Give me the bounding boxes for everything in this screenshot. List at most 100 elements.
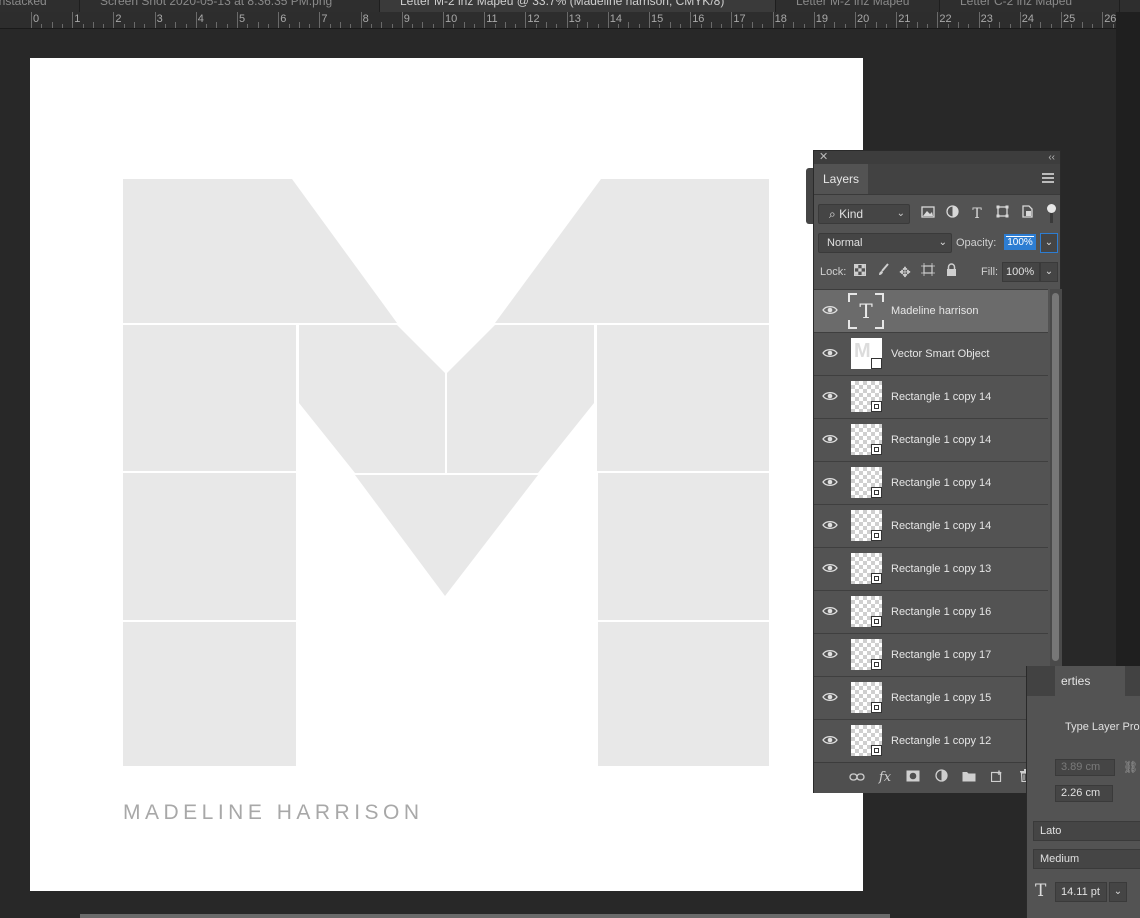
lock-image-pixels-icon[interactable] xyxy=(874,262,892,282)
tab-letter-m-2[interactable]: Letter M-2 inz Mapeu xyxy=(776,0,940,12)
eye-icon[interactable] xyxy=(822,646,838,662)
fx-icon[interactable]: fx xyxy=(875,768,895,788)
eye-icon[interactable] xyxy=(822,474,838,490)
layer-row[interactable]: Rectangle 1 copy 15 xyxy=(814,677,1048,720)
ruler-minor-tick xyxy=(123,24,125,28)
panel-dock-handle[interactable] xyxy=(806,168,813,224)
ruler-number: 1 xyxy=(74,13,81,25)
tab-screen-shot[interactable]: Screen Shot 2020-05-13 at 8.36.35 PM.png xyxy=(80,0,380,12)
eye-icon[interactable] xyxy=(822,689,838,705)
filter-shape-icon[interactable] xyxy=(992,204,1012,224)
tab-letter-c[interactable]: Letter C-2 inz Mapeu xyxy=(940,0,1120,12)
eye-icon[interactable] xyxy=(822,560,838,576)
filter-adjustment-icon[interactable] xyxy=(942,204,962,224)
ruler-minor-tick xyxy=(885,24,887,28)
layer-name: Vector Smart Object xyxy=(891,348,990,360)
opacity-input[interactable]: 100% xyxy=(1004,234,1036,250)
lock-artboard-icon[interactable] xyxy=(919,262,937,282)
ruler-minor-tick xyxy=(958,22,959,28)
ruler-minor-tick xyxy=(803,24,805,28)
eye-icon[interactable] xyxy=(822,517,838,533)
lock-all-icon[interactable] xyxy=(942,262,960,282)
panel-menu-icon[interactable] xyxy=(1042,173,1054,183)
ruler-major-tick xyxy=(484,12,486,28)
tab-layers[interactable]: Layers xyxy=(814,164,868,194)
font-family-select[interactable]: Lato xyxy=(1033,821,1140,841)
tab-properties[interactable]: erties xyxy=(1055,666,1125,696)
eye-icon[interactable] xyxy=(822,388,838,404)
ruler-minor-tick xyxy=(824,24,826,28)
layer-row[interactable]: Rectangle 1 copy 17 xyxy=(814,634,1048,677)
ruler-minor-tick xyxy=(329,24,331,28)
eye-icon[interactable] xyxy=(822,431,838,447)
scrollbar-thumb[interactable] xyxy=(1052,293,1059,661)
eye-icon[interactable] xyxy=(822,603,838,619)
tab-unstacked[interactable]: Unstacked xyxy=(0,0,80,12)
ruler-major-tick xyxy=(772,12,774,28)
ruler-minor-tick xyxy=(535,24,537,28)
ruler-minor-tick xyxy=(865,24,867,28)
lock-label: Lock: xyxy=(820,266,847,278)
lock-transparent-pixels-icon[interactable] xyxy=(851,262,869,282)
ruler-minor-tick xyxy=(309,24,311,28)
width-field[interactable]: 3.89 cm xyxy=(1055,759,1115,776)
eye-icon[interactable] xyxy=(822,732,838,748)
filter-toggle[interactable] xyxy=(1047,204,1057,224)
fill-input[interactable]: 100% xyxy=(1002,262,1040,282)
ruler-minor-tick xyxy=(597,24,599,28)
collapse-icon[interactable]: ‹‹ xyxy=(1048,151,1055,164)
search-icon: ⌕ xyxy=(829,207,836,221)
font-style-select[interactable]: Medium xyxy=(1033,849,1140,869)
ruler-minor-tick xyxy=(206,24,208,28)
ruler-minor-tick xyxy=(61,24,63,28)
fill-dropdown-button[interactable]: ⌄ xyxy=(1040,262,1058,282)
layer-name: Rectangle 1 copy 13 xyxy=(891,563,992,575)
font-size-input[interactable]: 14.11 pt xyxy=(1055,882,1107,902)
layer-row[interactable]: Rectangle 1 copy 14 xyxy=(814,419,1048,462)
layer-row[interactable]: Rectangle 1 copy 12 xyxy=(814,720,1048,762)
layer-row[interactable]: M Vector Smart Object xyxy=(814,333,1048,376)
document-canvas[interactable]: MADELINE HARRISON xyxy=(30,58,863,891)
layer-row[interactable]: Rectangle 1 copy 13 xyxy=(814,548,1048,591)
horizontal-ruler[interactable]: 0 1 2 3 4 5 6 7 8 9 10 11 12 13 14 15 16 17 18 19 20 21 22 23 24… xyxy=(0,12,1116,29)
layer-row[interactable]: Rectangle 1 copy 16 xyxy=(814,591,1048,634)
filter-smart-object-icon[interactable] xyxy=(1017,204,1037,224)
new-layer-icon[interactable] xyxy=(987,768,1007,788)
height-field[interactable]: 2.26 cm xyxy=(1055,785,1113,802)
ruler-minor-tick xyxy=(134,22,135,28)
font-size-dropdown-button[interactable]: ⌄ xyxy=(1109,882,1127,902)
link-icon[interactable] xyxy=(847,768,867,788)
layer-row[interactable]: T Madeline harrison xyxy=(814,290,1048,333)
ruler-major-tick xyxy=(113,12,115,28)
layer-row[interactable]: Rectangle 1 copy 14 xyxy=(814,376,1048,419)
opacity-dropdown-button[interactable]: ⌄ xyxy=(1040,233,1058,253)
adjustment-icon[interactable] xyxy=(931,768,951,788)
shape-layer-thumbnail xyxy=(851,381,882,412)
ruler-major-tick xyxy=(649,12,650,28)
mask-icon[interactable] xyxy=(903,768,923,788)
left-block-2 xyxy=(123,325,296,471)
filter-kind-select[interactable]: ⌕ Kind ⌄ xyxy=(818,204,910,224)
filter-pixel-icon[interactable] xyxy=(918,204,938,224)
folder-icon[interactable] xyxy=(959,768,979,788)
chevron-down-icon: ⌄ xyxy=(896,208,905,219)
shape-layer-thumbnail xyxy=(851,682,882,713)
brand-name-text: MADELINE HARRISON xyxy=(123,801,424,824)
tab-letter-m-active[interactable]: Letter M-2 inz Mapeu @ 33.7% (Madeline h… xyxy=(380,0,776,12)
ruler-number: 4 xyxy=(197,13,204,25)
link-icon[interactable]: ⛓ xyxy=(1123,760,1138,774)
ruler-minor-tick xyxy=(267,24,269,28)
blend-mode-select[interactable]: Normal ⌄ xyxy=(818,233,952,253)
close-icon[interactable]: ✕ xyxy=(819,151,828,164)
lock-row: Lock: ✥ Fill: 100% ⌄ xyxy=(818,262,1058,282)
eye-icon[interactable] xyxy=(822,302,838,318)
ruler-major-tick xyxy=(319,12,321,28)
eye-icon[interactable] xyxy=(822,345,838,361)
lock-position-icon[interactable]: ✥ xyxy=(896,262,914,282)
ruler-minor-tick xyxy=(422,22,424,28)
filter-type-icon[interactable]: T xyxy=(967,204,987,224)
layer-row[interactable]: Rectangle 1 copy 14 xyxy=(814,505,1048,548)
ruler-minor-tick xyxy=(906,24,908,28)
ruler-major-tick xyxy=(525,12,527,28)
layer-row[interactable]: Rectangle 1 copy 14 xyxy=(814,462,1048,505)
